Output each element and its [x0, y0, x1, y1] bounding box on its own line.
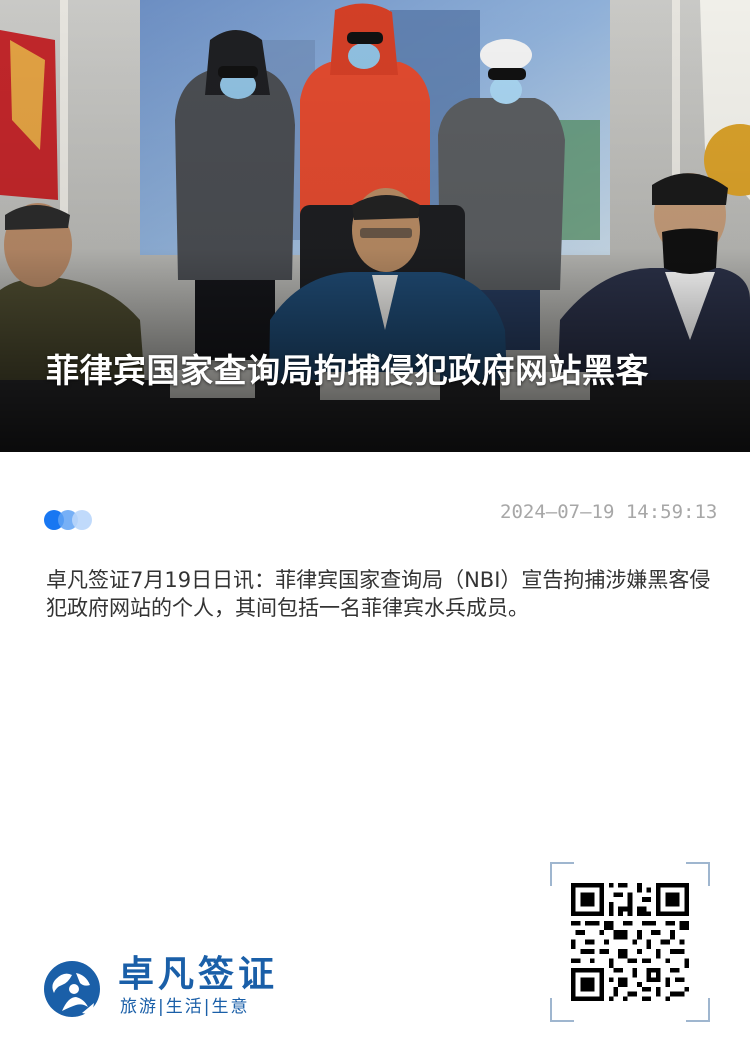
globe-person-logo-icon	[44, 961, 100, 1017]
article-body: 卓凡签证7月19日日讯：菲律宾国家查询局（NBI）宣告拘捕涉嫌黑客侵犯政府网站的…	[46, 568, 711, 620]
brand-name: 卓凡签证	[118, 954, 279, 995]
qr-code-icon	[571, 883, 689, 1001]
brand-tagline: 旅游|生活|生意	[120, 997, 250, 1017]
brand[interactable]: 卓凡签证 旅游|生活|生意	[42, 955, 342, 1025]
dot	[72, 510, 92, 530]
qr-code-frame[interactable]	[550, 862, 710, 1022]
article-title: 菲律宾国家查询局拘捕侵犯政府网站黑客	[46, 351, 649, 390]
loading-dots-icon	[44, 510, 104, 532]
hero-image: 菲律宾国家查询局拘捕侵犯政府网站黑客	[0, 0, 750, 452]
publish-timestamp: 2024—07—19 14:59:13	[500, 501, 718, 523]
frame-corner	[686, 998, 710, 1022]
frame-corner	[686, 862, 710, 886]
frame-corner	[550, 998, 574, 1022]
